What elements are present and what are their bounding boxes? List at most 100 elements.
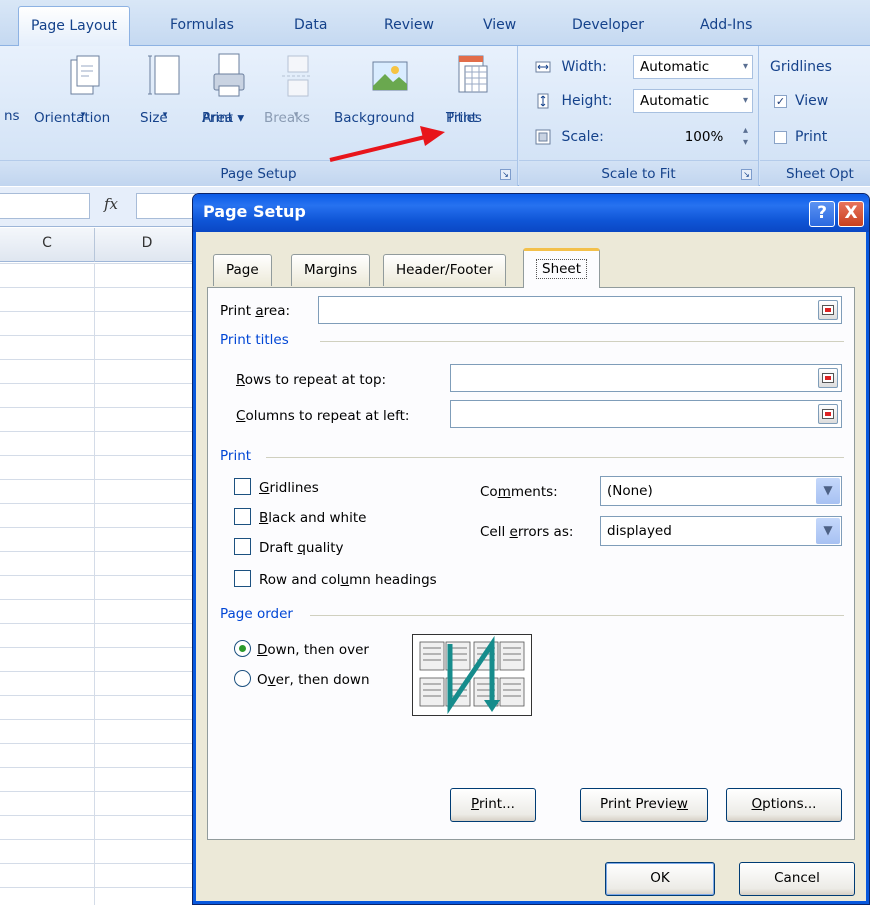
dialog-tab-page[interactable]: Page <box>213 254 272 286</box>
scale-spinner[interactable]: 100% ▴ ▾ <box>655 125 753 149</box>
background-label: Background <box>334 110 415 126</box>
section-divider <box>310 615 844 616</box>
comments-select[interactable]: (None) ▼ <box>600 476 842 506</box>
row-column-headings-checkbox[interactable]: Row and column headings <box>234 569 437 591</box>
collapse-dialog-icon[interactable] <box>818 368 838 388</box>
cell-errors-select[interactable]: displayed ▼ <box>600 516 842 546</box>
section-divider <box>266 457 844 458</box>
over-then-down-radio[interactable]: Over, then down <box>234 668 370 692</box>
chevron-down-icon[interactable]: ▼ <box>816 478 840 504</box>
gridlines-view-toggle[interactable]: ✓ View <box>774 88 828 114</box>
tab-developer[interactable]: Developer <box>572 12 644 38</box>
view-label: View <box>795 93 829 109</box>
print-area-button[interactable]: Print Area ▾ <box>202 50 256 126</box>
tab-add-ins[interactable]: Add-Ins <box>700 12 752 38</box>
dialog-tab-sheet[interactable]: Sheet <box>523 248 601 288</box>
sheet-grid[interactable] <box>0 263 200 905</box>
height-combo[interactable]: Automatic ▾ <box>633 89 753 113</box>
tab-review[interactable]: Review <box>384 12 434 38</box>
height-icon <box>537 93 549 109</box>
fx-icon[interactable]: fx <box>104 195 118 213</box>
tab-page-layout[interactable]: Page Layout <box>18 6 130 47</box>
column-header-d[interactable]: D <box>95 228 200 262</box>
width-combo[interactable]: Automatic ▾ <box>633 55 753 79</box>
view-checkbox[interactable]: ✓ <box>774 94 787 108</box>
spinner-arrows-icon[interactable]: ▴ ▾ <box>743 125 748 149</box>
comments-label: Comments: <box>480 484 558 500</box>
page-order-preview-icon <box>412 634 532 716</box>
width-icon <box>535 61 551 73</box>
tab-data[interactable]: Data <box>294 12 327 38</box>
checkbox-box[interactable] <box>234 538 251 555</box>
checkbox-box[interactable] <box>234 570 251 587</box>
orientation-button[interactable]: Orientation ▾ <box>34 50 132 126</box>
margins-label: ns <box>4 108 20 124</box>
chevron-down-icon[interactable]: ▼ <box>816 518 840 544</box>
page-order-section: Page order <box>220 606 844 624</box>
scale-to-fit-launcher-icon[interactable]: ↘ <box>741 169 752 180</box>
page-setup-group-label: Page Setup <box>0 160 517 186</box>
gridlines-checkbox[interactable]: Gridlines <box>234 477 319 499</box>
column-header-c[interactable]: C <box>0 228 95 262</box>
black-and-white-checkbox[interactable]: Black and white <box>234 507 366 529</box>
radio-unselected-icon[interactable] <box>234 670 251 687</box>
sheet-options-group: Gridlines ✓ View Print Sheet Opt <box>760 46 870 186</box>
print-preview-button[interactable]: Print Preview <box>580 788 708 822</box>
print-titles-section: Print titles <box>220 332 844 350</box>
gridlines-print-toggle[interactable]: Print <box>774 124 827 150</box>
background-button[interactable]: Background <box>334 50 444 126</box>
help-icon[interactable]: ? <box>809 201 835 227</box>
formula-input[interactable] <box>136 193 196 219</box>
sheet-options-group-label: Sheet Opt <box>760 160 870 186</box>
columns-to-repeat-label: Columns to repeat at left: <box>236 408 410 424</box>
print-area-input[interactable] <box>318 296 842 324</box>
scale-to-fit-group: Width: Automatic ▾ Height: Automatic ▾ S… <box>519 46 759 186</box>
rows-to-repeat-input[interactable] <box>450 364 842 392</box>
dropdown-arrow-icon: ▾ <box>742 61 748 72</box>
width-row: Width: <box>535 54 607 80</box>
dropdown-arrow-icon: ▾ <box>742 95 748 106</box>
columns-to-repeat-input[interactable] <box>450 400 842 428</box>
height-row: Height: <box>535 88 612 114</box>
dialog-titlebar[interactable]: Page Setup ? X <box>193 194 869 232</box>
tab-formulas[interactable]: Formulas <box>170 12 234 38</box>
print-checkbox[interactable] <box>774 130 787 144</box>
scale-value: 100% <box>684 129 724 145</box>
orientation-icon <box>70 55 100 95</box>
ok-button[interactable]: OK <box>605 862 715 896</box>
print-button[interactable]: Print... <box>450 788 536 822</box>
close-icon[interactable]: X <box>838 201 864 227</box>
draft-quality-checkbox[interactable]: Draft quality <box>234 537 344 559</box>
page-setup-launcher-icon[interactable]: ↘ <box>500 169 511 180</box>
breaks-button[interactable]: Breaks ▾ <box>264 50 328 126</box>
name-box[interactable] <box>0 193 90 219</box>
collapse-dialog-icon[interactable] <box>818 300 838 320</box>
print-label: Print <box>795 129 828 145</box>
ribbon-tab-bar: Page Layout Formulas Data Review View De… <box>0 0 870 47</box>
tab-view[interactable]: View <box>483 12 516 38</box>
sheet-tab-label: Sheet <box>536 259 588 279</box>
dialog-tab-header-footer[interactable]: Header/Footer <box>383 254 506 286</box>
print-titles-label-2: Titles <box>446 110 482 126</box>
size-button[interactable]: Size ▾ <box>140 50 190 126</box>
down-then-over-radio[interactable]: Down, then over <box>234 638 369 662</box>
size-icon <box>148 55 180 95</box>
height-label: Height: <box>561 93 613 109</box>
cancel-button[interactable]: Cancel <box>739 862 855 896</box>
size-label: Size <box>140 110 168 126</box>
options-button[interactable]: Options... <box>726 788 842 822</box>
scale-to-fit-group-label: Scale to Fit <box>519 160 758 186</box>
print-area-icon <box>213 53 245 97</box>
height-value: Automatic <box>640 93 710 109</box>
print-titles-button[interactable]: Print Titles <box>446 50 496 126</box>
scale-row: Scale: <box>535 124 604 150</box>
collapse-dialog-icon[interactable] <box>818 404 838 424</box>
print-area-label-2: Area ▾ <box>202 110 245 126</box>
print-heading: Print <box>220 448 252 464</box>
background-icon <box>372 61 408 91</box>
radio-selected-icon[interactable] <box>234 640 251 657</box>
checkbox-box[interactable] <box>234 508 251 525</box>
cell-errors-label: Cell errors as: <box>480 524 574 540</box>
checkbox-box[interactable] <box>234 478 251 495</box>
dialog-tab-margins[interactable]: Margins <box>291 254 371 286</box>
